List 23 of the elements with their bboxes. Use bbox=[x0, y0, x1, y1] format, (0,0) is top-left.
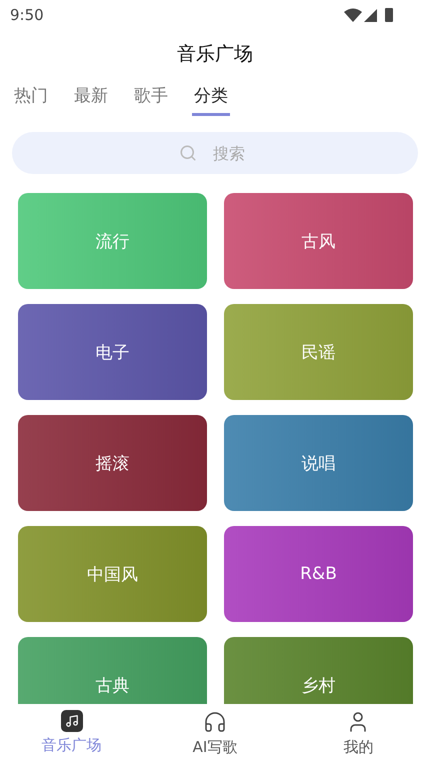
category-tab[interactable]: 歌手 bbox=[132, 78, 170, 116]
category-card[interactable]: 中国风 bbox=[18, 526, 207, 622]
category-card[interactable]: 乡村 bbox=[224, 637, 413, 704]
category-card[interactable]: 说唱 bbox=[224, 415, 413, 511]
category-card[interactable]: 民谣 bbox=[224, 304, 413, 400]
nav-tab[interactable]: 音乐广场 bbox=[0, 704, 144, 764]
category-card[interactable]: 电子 bbox=[18, 304, 207, 400]
music-note-icon bbox=[60, 710, 83, 732]
category-card[interactable]: 古风 bbox=[224, 193, 413, 289]
headphones-icon bbox=[202, 710, 227, 734]
search-field[interactable]: 搜索 bbox=[211, 142, 251, 164]
page-title: 音乐广场 bbox=[176, 42, 254, 67]
nav-tab[interactable]: AI写歌 bbox=[143, 704, 287, 764]
category-tab[interactable]: 最新 bbox=[72, 78, 110, 116]
category-card[interactable]: 摇滚 bbox=[18, 415, 207, 511]
category-card[interactable]: 古典 bbox=[18, 637, 207, 704]
category-card[interactable]: R&B bbox=[224, 526, 413, 622]
status-time: 9:50 bbox=[10, 6, 44, 24]
nav-tab[interactable]: 我的 bbox=[286, 704, 430, 764]
status-icons bbox=[344, 7, 394, 23]
search-icon bbox=[179, 144, 197, 162]
category-tab[interactable]: 分类 bbox=[192, 78, 230, 116]
category-tab[interactable]: 热门 bbox=[12, 78, 50, 116]
